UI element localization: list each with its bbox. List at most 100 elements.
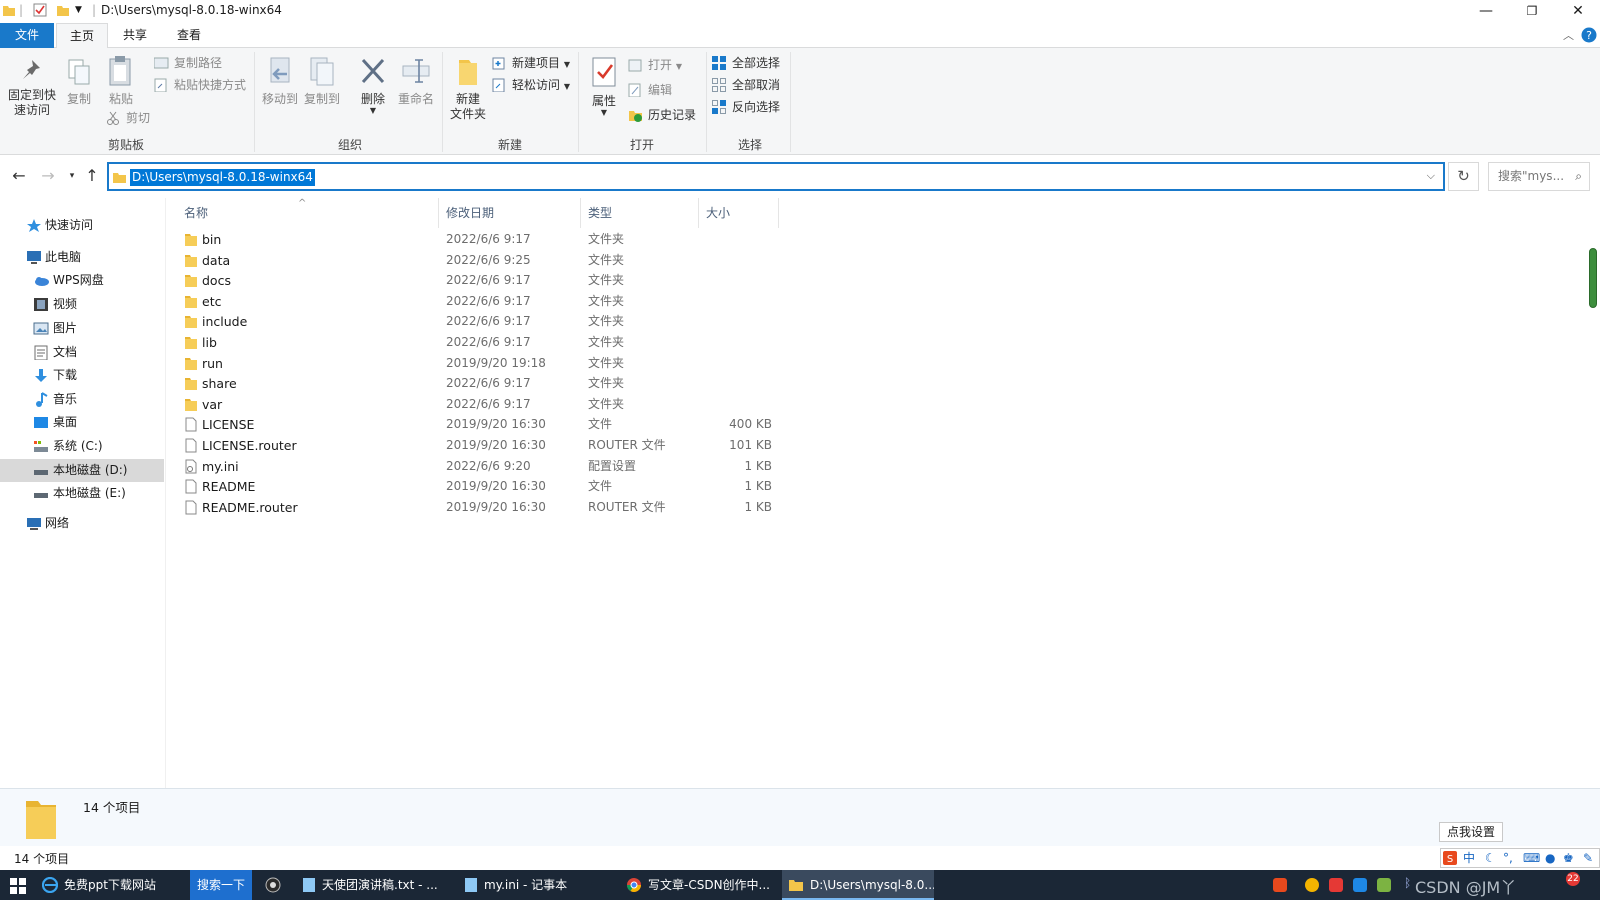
refresh-button[interactable]: ↻ bbox=[1448, 162, 1479, 191]
file-icon bbox=[185, 417, 197, 432]
move-to-button[interactable]: 移动到 bbox=[260, 56, 300, 107]
tab-view[interactable]: 查看 bbox=[164, 23, 214, 48]
table-row[interactable]: README 2019/9/20 16:30 文件 1 KB bbox=[180, 476, 772, 497]
search-input[interactable]: 搜索"mys... ⌕ bbox=[1488, 162, 1590, 191]
table-row[interactable]: my.ini 2022/6/6 9:20 配置设置 1 KB bbox=[180, 456, 772, 477]
organize-group-label: 组织 bbox=[337, 138, 362, 152]
nav-item-drive-c[interactable]: 系统 (C:) bbox=[0, 435, 164, 458]
tab-home[interactable]: 主页 bbox=[56, 23, 108, 49]
table-row[interactable]: include 2022/6/6 9:17 文件夹 bbox=[180, 311, 770, 332]
nav-item-quick-access[interactable]: 快速访问 bbox=[0, 214, 164, 237]
ime-settings-tip[interactable]: 点我设置 bbox=[1439, 822, 1503, 842]
up-button[interactable]: ↑ bbox=[82, 166, 102, 186]
column-divider[interactable] bbox=[778, 198, 779, 228]
column-header-size[interactable]: 大小 bbox=[698, 198, 778, 228]
new-item-button[interactable]: 新建项目 ▼ bbox=[492, 54, 570, 72]
column-header-date[interactable]: 修改日期 bbox=[438, 198, 578, 228]
rename-button[interactable]: 重命名 bbox=[394, 56, 438, 107]
security-tray-icon[interactable] bbox=[1377, 878, 1391, 892]
sogou-tray-icon[interactable] bbox=[1273, 878, 1287, 892]
table-row[interactable]: etc 2022/6/6 9:17 文件夹 bbox=[180, 291, 770, 312]
nav-item-drive-d[interactable]: 本地磁盘 (D:) bbox=[0, 459, 164, 482]
table-row[interactable]: var 2022/6/6 9:17 文件夹 bbox=[180, 394, 770, 415]
nav-item-videos[interactable]: 视频 bbox=[0, 293, 164, 316]
nav-item-wps[interactable]: WPS网盘 bbox=[0, 269, 164, 292]
file-type: 文件夹 bbox=[588, 252, 625, 267]
nav-item-drive-e[interactable]: 本地磁盘 (E:) bbox=[0, 482, 164, 505]
windows-start-icon[interactable] bbox=[10, 878, 26, 894]
nav-item-documents[interactable]: 文档 bbox=[0, 341, 164, 364]
back-button[interactable]: ← bbox=[9, 166, 29, 186]
close-button[interactable]: ✕ bbox=[1555, 0, 1600, 22]
taskbar-item-ie[interactable]: 免费ppt下载网站 bbox=[36, 870, 170, 900]
address-path-text[interactable]: D:\Users\mysql-8.0.18-winx64 bbox=[130, 169, 315, 186]
flag-tray-icon[interactable] bbox=[1353, 878, 1367, 892]
ime-toolbar[interactable]: S 中 ☾ °, ⌨ ● ♚ ✎ bbox=[1440, 848, 1600, 868]
address-bar[interactable]: D:\Users\mysql-8.0.18-winx64 ⌵ bbox=[107, 162, 1445, 191]
properties-quick-icon[interactable] bbox=[33, 3, 47, 17]
restore-button[interactable]: ❐ bbox=[1509, 0, 1555, 22]
scrollbar-thumb[interactable] bbox=[1589, 248, 1597, 308]
file-date: 2019/9/20 16:30 bbox=[446, 499, 546, 514]
select-all-button[interactable]: 全部选择 bbox=[712, 54, 780, 72]
collapse-ribbon-icon[interactable]: ︿ bbox=[1563, 27, 1574, 43]
bluetooth-icon[interactable]: ᛒ bbox=[1404, 876, 1411, 890]
table-row[interactable]: data 2022/6/6 9:25 文件夹 bbox=[180, 250, 770, 271]
taskbar-item-explorer[interactable]: D:\Users\mysql-8.0... bbox=[782, 870, 934, 900]
table-row[interactable]: LICENSE 2019/9/20 16:30 文件 400 KB bbox=[180, 414, 772, 435]
open-button[interactable]: 打开 ▼ bbox=[628, 56, 682, 74]
file-name: my.ini bbox=[202, 458, 239, 474]
tab-share[interactable]: 共享 bbox=[110, 23, 160, 48]
recent-locations-dropdown[interactable]: ▾ bbox=[62, 166, 82, 186]
new-folder-button[interactable]: 新建 文件夹 bbox=[446, 56, 490, 122]
properties-dropdown-icon[interactable]: ▼ bbox=[584, 109, 624, 117]
table-row[interactable]: README.router 2019/9/20 16:30 ROUTER 文件 1 K… bbox=[180, 497, 772, 518]
nav-item-desktop[interactable]: 桌面 bbox=[0, 411, 164, 434]
nav-item-pictures[interactable]: 图片 bbox=[0, 317, 164, 340]
properties-button[interactable]: 属性 ▼ bbox=[584, 56, 624, 117]
table-row[interactable]: lib 2022/6/6 9:17 文件夹 bbox=[180, 332, 770, 353]
pin-to-quick-access-button[interactable]: 固定到快 速访问 bbox=[6, 58, 58, 118]
folder-large-icon bbox=[26, 801, 56, 839]
obs-icon[interactable] bbox=[265, 877, 281, 893]
table-row[interactable]: LICENSE.router 2019/9/20 16:30 ROUTER 文件 10… bbox=[180, 435, 772, 456]
quick-access-dropdown-icon[interactable]: ▼ bbox=[75, 5, 82, 15]
notepad-icon bbox=[465, 878, 477, 892]
app-tray-icon[interactable] bbox=[1329, 878, 1343, 892]
table-row[interactable]: docs 2022/6/6 9:17 文件夹 bbox=[180, 270, 770, 291]
paste-button[interactable]: 粘贴 bbox=[104, 54, 138, 107]
select-none-button[interactable]: 全部取消 bbox=[712, 76, 780, 94]
edit-button[interactable]: 编辑 bbox=[628, 81, 672, 99]
nav-item-music[interactable]: 音乐 bbox=[0, 388, 164, 411]
delete-dropdown-icon[interactable]: ▼ bbox=[356, 107, 390, 115]
nav-item-this-pc[interactable]: 此电脑 bbox=[0, 246, 164, 269]
paste-shortcut-button[interactable]: 粘贴快捷方式 bbox=[154, 76, 246, 94]
delete-button[interactable]: 删除 ▼ bbox=[356, 56, 390, 115]
nav-item-downloads[interactable]: 下载 bbox=[0, 364, 164, 387]
copy-button[interactable]: 复制 bbox=[62, 58, 96, 107]
column-header-name[interactable]: 名称 ^ bbox=[176, 198, 430, 228]
column-header-type[interactable]: 类型 bbox=[580, 198, 698, 228]
table-row[interactable]: share 2022/6/6 9:17 文件夹 bbox=[180, 373, 770, 394]
help-icon[interactable]: ? bbox=[1581, 27, 1597, 43]
nav-item-network[interactable]: 网络 bbox=[0, 512, 164, 535]
chrome-tray-icon[interactable] bbox=[1305, 878, 1319, 892]
file-size: 400 KB bbox=[729, 417, 772, 432]
taskbar-item-notepad-myini[interactable]: my.ini - 记事本 bbox=[458, 870, 608, 900]
cut-button[interactable]: 剪切 bbox=[106, 109, 150, 127]
tab-file[interactable]: 文件 bbox=[0, 23, 54, 48]
copy-to-button[interactable]: 复制到 bbox=[302, 56, 342, 107]
table-row[interactable]: run 2019/9/20 19:18 文件夹 bbox=[180, 353, 770, 374]
invert-selection-button[interactable]: 反向选择 bbox=[712, 98, 780, 116]
easy-access-button[interactable]: 轻松访问 ▼ bbox=[492, 76, 570, 94]
new-folder-quick-icon[interactable] bbox=[56, 3, 70, 17]
forward-button[interactable]: → bbox=[38, 166, 58, 186]
table-row[interactable]: bin 2022/6/6 9:17 文件夹 bbox=[180, 229, 770, 250]
taskbar-item-notepad-speech[interactable]: 天使团演讲稿.txt - ... bbox=[296, 870, 446, 900]
taskbar-item-chrome[interactable]: 写文章-CSDN创作中... bbox=[620, 870, 770, 900]
address-dropdown-icon[interactable]: ⌵ bbox=[1427, 169, 1435, 183]
history-button[interactable]: 历史记录 bbox=[628, 106, 696, 124]
taskbar-search-button[interactable]: 搜索一下 bbox=[190, 870, 252, 900]
copy-path-button[interactable]: 复制路径 bbox=[154, 54, 222, 72]
minimize-button[interactable]: — bbox=[1463, 0, 1509, 22]
